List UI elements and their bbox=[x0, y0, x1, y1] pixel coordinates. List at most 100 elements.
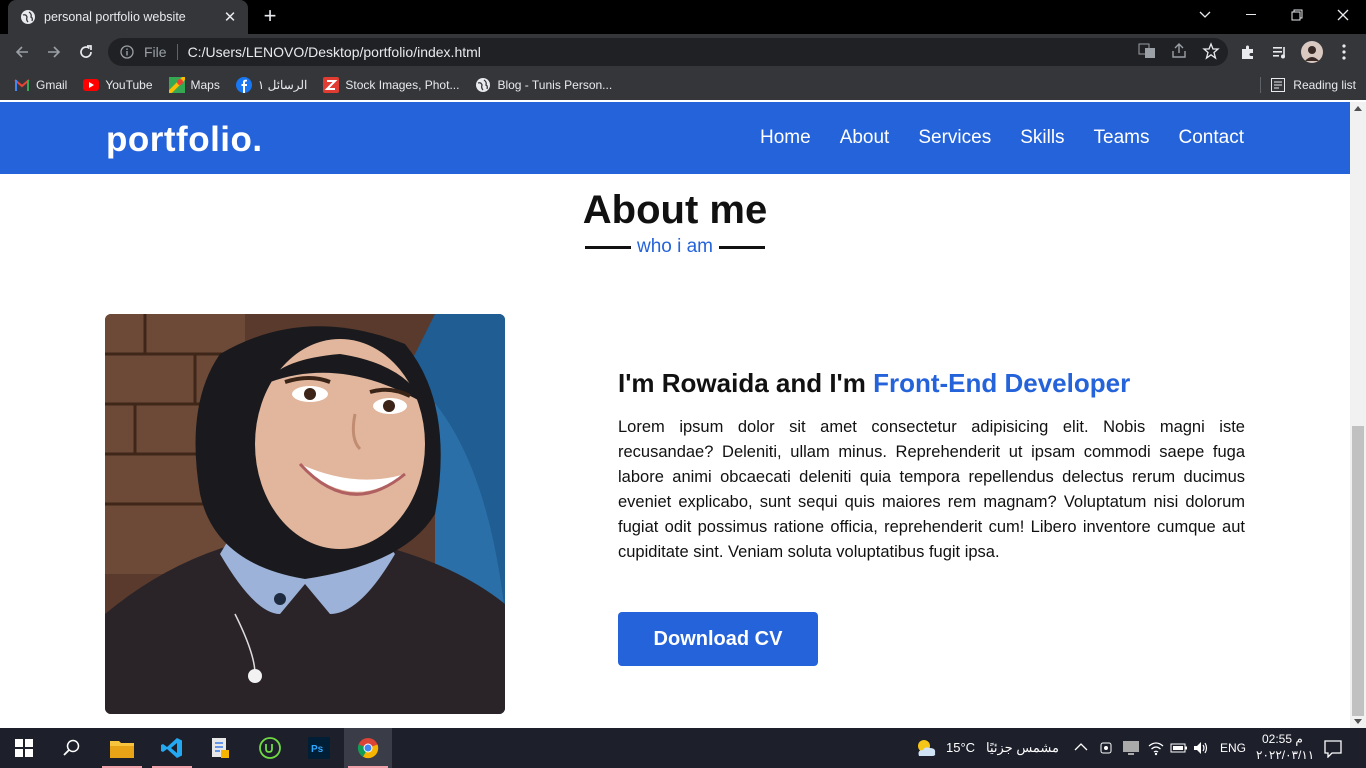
main-nav: Home About Services Skills Teams Contact bbox=[760, 127, 1244, 149]
chrome-icon bbox=[357, 738, 379, 759]
page-scrollbar[interactable] bbox=[1350, 102, 1366, 728]
notepad-button[interactable] bbox=[196, 728, 244, 768]
vscode-icon bbox=[161, 738, 182, 758]
reload-button[interactable] bbox=[74, 40, 98, 64]
close-window-button[interactable] bbox=[1320, 0, 1366, 30]
about-heading: I'm Rowaida and I'm Front-End Developer bbox=[618, 368, 1245, 399]
photoshop-icon: Ps bbox=[308, 737, 330, 759]
globe-icon bbox=[475, 77, 491, 93]
extensions-icon[interactable] bbox=[1236, 40, 1260, 64]
profile-photo bbox=[105, 314, 505, 714]
section-subtitle: who i am bbox=[585, 236, 765, 258]
star-icon[interactable] bbox=[1202, 42, 1220, 60]
clock-date[interactable]: ٢٠٢٢/٠٣/١١ bbox=[1256, 748, 1314, 762]
page-viewport: portfolio. Home About Services Skills Te… bbox=[0, 102, 1350, 728]
search-icon bbox=[63, 739, 80, 756]
clock-time[interactable]: 02:55 م bbox=[1262, 732, 1303, 746]
gmail-icon bbox=[14, 77, 30, 93]
bookmark-facebook[interactable]: الرسائل ١ bbox=[235, 77, 307, 93]
scroll-up-icon[interactable] bbox=[1354, 106, 1362, 111]
bookmark-blog[interactable]: Blog - Tunis Person... bbox=[475, 77, 612, 93]
close-tab-icon[interactable]: ✕ bbox=[222, 8, 238, 26]
reading-list-icon bbox=[1271, 78, 1286, 92]
file-explorer-button[interactable] bbox=[98, 728, 146, 768]
browser-tab[interactable]: personal portfolio website ✕ bbox=[8, 0, 248, 34]
facebook-icon bbox=[235, 77, 252, 93]
maps-icon bbox=[168, 77, 185, 93]
address-bar[interactable]: File C:/Users/LENOVO/Desktop/portfolio/i… bbox=[108, 38, 1228, 66]
bookmark-gmail[interactable]: Gmail bbox=[14, 77, 67, 93]
tab-title: personal portfolio website bbox=[44, 10, 186, 24]
url-text[interactable]: C:/Users/LENOVO/Desktop/portfolio/index.… bbox=[188, 44, 481, 60]
bookmark-maps[interactable]: Maps bbox=[168, 77, 220, 93]
chevron-up-icon[interactable] bbox=[1074, 742, 1088, 752]
bookmark-label: Blog - Tunis Person... bbox=[497, 78, 613, 92]
about-text: I'm Rowaida and I'm Front-End Developer … bbox=[618, 368, 1245, 565]
browser-toolbar: File C:/Users/LENOVO/Desktop/portfolio/i… bbox=[0, 34, 1366, 70]
bookmark-label: Gmail bbox=[36, 78, 68, 92]
search-button[interactable] bbox=[48, 728, 96, 768]
reading-list-label: Reading list bbox=[1293, 78, 1356, 92]
weather-icon[interactable] bbox=[914, 738, 938, 758]
windows-icon bbox=[15, 739, 33, 757]
section-title: About me bbox=[582, 188, 768, 232]
upwork-button[interactable] bbox=[246, 728, 294, 768]
nav-home[interactable]: Home bbox=[760, 127, 811, 149]
back-button[interactable] bbox=[10, 40, 34, 64]
tab-strip: personal portfolio website ✕ + bbox=[0, 0, 1366, 34]
scrollbar-thumb[interactable] bbox=[1352, 426, 1364, 716]
chevron-down-icon[interactable] bbox=[1182, 0, 1228, 30]
divider-left bbox=[585, 245, 631, 249]
upwork-icon bbox=[259, 737, 281, 759]
download-cv-button[interactable]: Download CV bbox=[618, 612, 818, 666]
nav-contact[interactable]: Contact bbox=[1179, 127, 1244, 149]
folder-icon bbox=[110, 741, 134, 758]
bookmark-label: YouTube bbox=[105, 78, 153, 92]
nav-teams[interactable]: Teams bbox=[1094, 127, 1150, 149]
weather-temp[interactable]: 15°C bbox=[946, 740, 975, 755]
svg-text:Ps: Ps bbox=[311, 744, 324, 755]
taskbar: Ps 15°C مشمس جزئيًا ENG 02:55 م ٢٠٢٢/٠٣/… bbox=[0, 728, 1366, 768]
translate-icon[interactable] bbox=[1138, 42, 1156, 60]
profile-avatar[interactable] bbox=[1300, 40, 1324, 64]
bookmark-label: Maps bbox=[190, 78, 220, 92]
heading-prefix: I'm Rowaida and I'm bbox=[618, 368, 874, 398]
scroll-down-icon[interactable] bbox=[1354, 719, 1362, 724]
volume-icon[interactable] bbox=[1193, 740, 1209, 756]
language-indicator[interactable]: ENG bbox=[1220, 741, 1246, 755]
media-control-icon[interactable] bbox=[1268, 40, 1292, 64]
document-icon bbox=[212, 738, 229, 758]
restore-button[interactable] bbox=[1274, 0, 1320, 30]
share-icon[interactable] bbox=[1170, 42, 1188, 60]
bookmark-label: Stock Images, Phot... bbox=[345, 78, 460, 92]
nav-services[interactable]: Services bbox=[918, 127, 991, 149]
chrome-button[interactable] bbox=[344, 728, 392, 768]
nav-about[interactable]: About bbox=[840, 127, 890, 149]
site-logo[interactable]: portfolio. bbox=[106, 120, 263, 160]
battery-icon[interactable] bbox=[1170, 741, 1188, 755]
bookmarks-bar: Gmail YouTube Maps الرسائل ١ Stock Image… bbox=[0, 70, 1366, 100]
start-button[interactable] bbox=[0, 728, 48, 768]
subtitle-text: who i am bbox=[636, 236, 714, 257]
reading-list-button[interactable]: Reading list bbox=[1260, 77, 1356, 93]
info-icon[interactable] bbox=[120, 45, 134, 59]
nav-skills[interactable]: Skills bbox=[1020, 127, 1064, 149]
youtube-icon bbox=[83, 77, 100, 93]
photoshop-button[interactable]: Ps bbox=[295, 728, 343, 768]
notification-icon[interactable] bbox=[1324, 740, 1342, 758]
wifi-icon[interactable] bbox=[1148, 740, 1164, 756]
forward-button[interactable] bbox=[42, 40, 66, 64]
menu-icon[interactable] bbox=[1332, 40, 1356, 64]
minimize-button[interactable] bbox=[1228, 0, 1274, 30]
new-tab-button[interactable]: + bbox=[258, 5, 282, 29]
weather-desc[interactable]: مشمس جزئيًا bbox=[986, 740, 1059, 756]
display-icon[interactable] bbox=[1122, 740, 1140, 756]
bookmark-stock-images[interactable]: Stock Images, Phot... bbox=[323, 77, 459, 93]
meet-now-icon[interactable] bbox=[1099, 740, 1113, 756]
vscode-button[interactable] bbox=[148, 728, 196, 768]
globe-icon bbox=[21, 10, 35, 24]
site-header: portfolio. Home About Services Skills Te… bbox=[0, 102, 1350, 174]
bookmark-youtube[interactable]: YouTube bbox=[83, 77, 153, 93]
about-paragraph: Lorem ipsum dolor sit amet consectetur a… bbox=[618, 418, 1245, 561]
scheme-label: File bbox=[144, 44, 178, 60]
